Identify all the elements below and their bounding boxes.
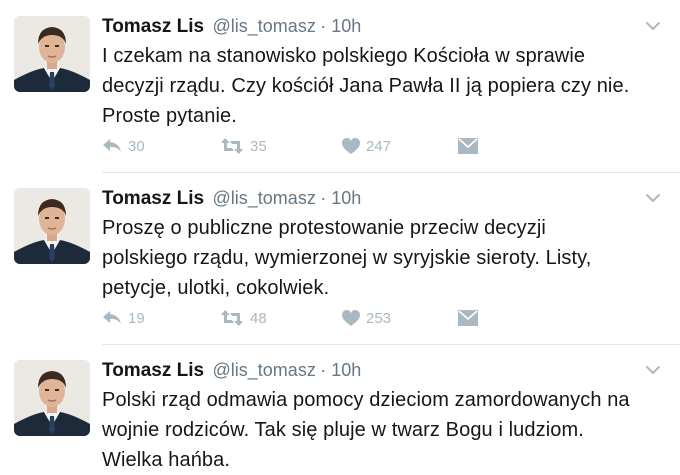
- tweet-header: Tomasz Lis @lis_tomasz · 10h: [102, 357, 666, 383]
- like-icon: [342, 137, 360, 155]
- tweet[interactable]: Tomasz Lis @lis_tomasz · 10h Proszę o pu…: [0, 172, 680, 344]
- retweet-count: 35: [250, 137, 267, 155]
- retweet-icon: [220, 137, 244, 155]
- author-name[interactable]: Tomasz Lis: [102, 188, 204, 209]
- tweet-text: Proszę o publiczne protestowanie przeciw…: [102, 213, 666, 303]
- tweet-text-line: I czekam na stanowisko polskiego Kościoł…: [102, 45, 586, 67]
- tweet-text-line: Polski rząd odmawia pomocy dzieciom zamo…: [102, 389, 630, 411]
- author-handle[interactable]: @lis_tomasz: [213, 360, 316, 380]
- tweet-text: Polski rząd odmawia pomocy dzieciom zamo…: [102, 385, 666, 475]
- reply-icon: [102, 137, 122, 155]
- like-count: 253: [366, 309, 392, 327]
- tweet-header: Tomasz Lis @lis_tomasz · 10h: [102, 185, 666, 211]
- author-name[interactable]: Tomasz Lis: [102, 16, 204, 37]
- tweet-actions: 19 48 253: [102, 306, 522, 330]
- retweet-button[interactable]: 48: [220, 306, 267, 330]
- tweet-text-line: petycje, ulotki, cokolwiek.: [102, 277, 330, 299]
- avatar[interactable]: [14, 188, 90, 264]
- avatar[interactable]: [14, 16, 90, 92]
- tweet-text-line: Proste pytanie.: [102, 105, 237, 127]
- reply-icon: [102, 309, 122, 327]
- tweet-text: I czekam na stanowisko polskiego Kościoł…: [102, 41, 666, 131]
- avatar[interactable]: [14, 360, 90, 436]
- tweet-time[interactable]: · 10h: [320, 360, 361, 380]
- chevron-down-icon[interactable]: [644, 189, 662, 207]
- tweet-time[interactable]: · 10h: [320, 16, 361, 36]
- retweet-count: 48: [250, 309, 267, 327]
- message-button[interactable]: [458, 134, 478, 158]
- reply-button[interactable]: 30: [102, 134, 145, 158]
- tweet-text-line: polskiego rządu, wymierzonej w syryjskie…: [102, 247, 592, 269]
- like-count: 247: [366, 137, 392, 155]
- message-icon: [458, 138, 478, 154]
- tweet-text-line: Proszę o publiczne protestowanie przeciw…: [102, 217, 546, 239]
- tweet-text-line: Wielka hańba.: [102, 449, 231, 471]
- tweet-header: Tomasz Lis @lis_tomasz · 10h: [102, 13, 666, 39]
- tweet[interactable]: Tomasz Lis @lis_tomasz · 10h Polski rząd…: [0, 344, 680, 473]
- chevron-down-icon[interactable]: [644, 361, 662, 379]
- author-name[interactable]: Tomasz Lis: [102, 360, 204, 381]
- like-button[interactable]: 247: [342, 134, 391, 158]
- like-button[interactable]: 253: [342, 306, 391, 330]
- message-icon: [458, 310, 478, 326]
- tweet-actions: 30 35 247: [102, 134, 522, 158]
- reply-count: 19: [128, 309, 145, 327]
- author-handle[interactable]: @lis_tomasz: [213, 188, 316, 208]
- tweet-text-line: decyzji rządu. Czy kościół Jana Pawła II…: [102, 75, 630, 97]
- reply-button[interactable]: 19: [102, 306, 145, 330]
- like-icon: [342, 309, 360, 327]
- tweet-time[interactable]: · 10h: [320, 188, 361, 208]
- retweet-icon: [220, 309, 244, 327]
- author-handle[interactable]: @lis_tomasz: [213, 16, 316, 36]
- chevron-down-icon[interactable]: [644, 17, 662, 35]
- message-button[interactable]: [458, 306, 478, 330]
- reply-count: 30: [128, 137, 145, 155]
- tweet-text-line: wojnie rodziców. Tak się pluje w twarz B…: [102, 419, 584, 441]
- tweet[interactable]: Tomasz Lis @lis_tomasz · 10h I czekam na…: [0, 0, 680, 172]
- retweet-button[interactable]: 35: [220, 134, 267, 158]
